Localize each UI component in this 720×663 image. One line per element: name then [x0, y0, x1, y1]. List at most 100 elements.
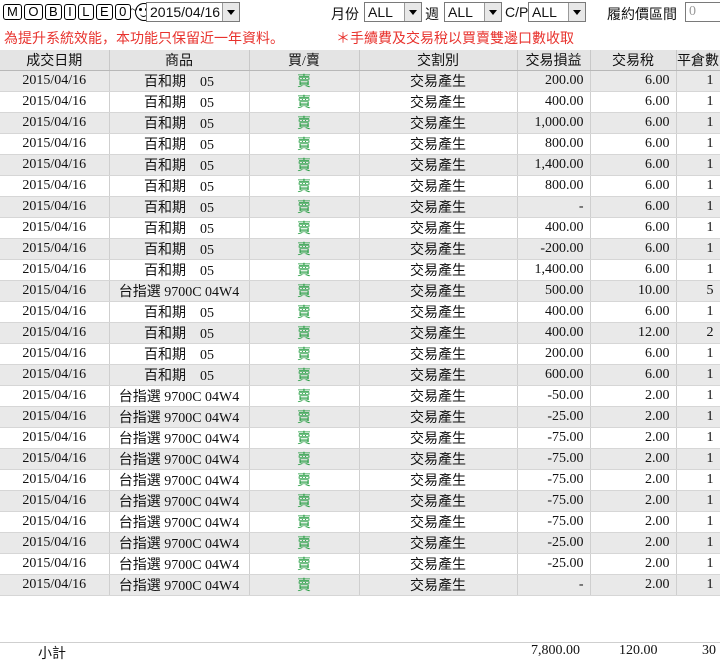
retention-notice: 為提升系統效能，本功能只保留近一年資料。: [4, 32, 284, 47]
cell-product: 百和期 05: [109, 133, 250, 155]
cp-select[interactable]: ALL: [528, 2, 586, 22]
table-row[interactable]: 2015/04/16 百和期 05 賣交易產生 200.00 6.00 1: [0, 70, 720, 92]
table-row[interactable]: 2015/04/16 台指選 9700C 04W4 賣交易產生 500.00 10.00…: [0, 280, 720, 302]
table-row[interactable]: 2015/04/16 百和期 05 賣交易產生 1,400.00 6.00 1: [0, 259, 720, 281]
table-row[interactable]: 2015/04/16 百和期 05 賣交易產生 200.00 6.00 1: [0, 343, 720, 365]
week-select[interactable]: ALL: [444, 2, 502, 22]
cell-trade-date: 2015/04/16: [0, 280, 110, 302]
col-buy-sell[interactable]: 買/賣: [249, 50, 360, 71]
cell-trade-date: 2015/04/16: [0, 70, 110, 92]
cell-product: 台指選 9700C 04W4: [109, 406, 250, 428]
cell-close-count: 1: [676, 133, 720, 155]
cell-buy-sell: 賣: [249, 133, 360, 155]
cell-buy-sell: 賣: [249, 217, 360, 239]
cell-product: 台指選 9700C 04W4: [109, 427, 250, 449]
cell-close-count: 1: [676, 217, 720, 239]
cell-product: 百和期 05: [109, 238, 250, 260]
table-row[interactable]: 2015/04/16 台指選 9700C 04W4 賣交易產生 -75.00 2.00 1: [0, 448, 720, 470]
cell-tax: 2.00: [590, 448, 677, 470]
col-trade-date[interactable]: 成交日期: [0, 50, 110, 71]
table-row[interactable]: 2015/04/16 台指選 9700C 04W4 賣交易產生 -75.00 2.00 1: [0, 490, 720, 512]
cell-pnl: 200.00: [517, 70, 591, 92]
end-date-select[interactable]: 2015/04/16: [146, 2, 240, 22]
col-settlement[interactable]: 交割別: [359, 50, 518, 71]
cell-tax: 6.00: [590, 175, 677, 197]
col-close-count[interactable]: 平倉數: [676, 50, 720, 71]
cell-tax: 6.00: [590, 91, 677, 113]
cell-trade-date: 2015/04/16: [0, 154, 110, 176]
chevron-down-icon[interactable]: [568, 3, 585, 21]
toolbar: MOBILE0 ~ 2015/04/16 月份 ALL 週 ALL C/P AL…: [0, 0, 720, 26]
cell-trade-date: 2015/04/16: [0, 322, 110, 344]
table-row[interactable]: 2015/04/16 百和期 05 賣交易產生 400.00 6.00 1: [0, 301, 720, 323]
chevron-down-icon[interactable]: [222, 3, 239, 21]
cell-pnl: 500.00: [517, 280, 591, 302]
cell-trade-date: 2015/04/16: [0, 574, 110, 596]
table-row[interactable]: 2015/04/16 百和期 05 賣交易產生 600.00 6.00 1: [0, 364, 720, 386]
table-row[interactable]: 2015/04/16 台指選 9700C 04W4 賣交易產生 -25.00 2.00 1: [0, 532, 720, 554]
table-row[interactable]: 2015/04/16 百和期 05 賣交易產生 1,000.00 6.00 1: [0, 112, 720, 134]
table-row[interactable]: 2015/04/16 百和期 05 賣交易產生 400.00 6.00 1: [0, 217, 720, 239]
cell-tax: 10.00: [590, 280, 677, 302]
cell-tax: 2.00: [590, 385, 677, 407]
cell-product: 百和期 05: [109, 301, 250, 323]
cell-buy-sell: 賣: [249, 259, 360, 281]
table-row[interactable]: 2015/04/16 百和期 05 賣交易產生 -200.00 6.00 1: [0, 238, 720, 260]
cell-tax: 6.00: [590, 238, 677, 260]
cell-product: 百和期 05: [109, 70, 250, 92]
cell-tax: 2.00: [590, 406, 677, 428]
table-row[interactable]: 2015/04/16 百和期 05 賣交易產生 -6.00 1: [0, 196, 720, 218]
table-row[interactable]: 2015/04/16 台指選 9700C 04W4 賣交易產生 -75.00 2.00 1: [0, 469, 720, 491]
cell-settlement: 交易產生: [359, 196, 518, 218]
table-row[interactable]: 2015/04/16 百和期 05 賣交易產生 1,400.00 6.00 1: [0, 154, 720, 176]
col-tax[interactable]: 交易稅: [590, 50, 677, 71]
cell-pnl: -75.00: [517, 490, 591, 512]
table-row[interactable]: 2015/04/16 百和期 05 賣交易產生 800.00 6.00 1: [0, 175, 720, 197]
cell-product: 百和期 05: [109, 364, 250, 386]
cell-trade-date: 2015/04/16: [0, 553, 110, 575]
cell-settlement: 交易產生: [359, 259, 518, 281]
cell-trade-date: 2015/04/16: [0, 511, 110, 533]
chevron-down-icon[interactable]: [484, 3, 501, 21]
cell-product: 百和期 05: [109, 217, 250, 239]
cell-pnl: 1,000.00: [517, 112, 591, 134]
table-row[interactable]: 2015/04/16 台指選 9700C 04W4 賣交易產生 -25.00 2.00 1: [0, 553, 720, 575]
cell-pnl: -75.00: [517, 448, 591, 470]
cell-settlement: 交易產生: [359, 364, 518, 386]
cell-settlement: 交易產生: [359, 385, 518, 407]
table-row[interactable]: 2015/04/16 台指選 9700C 04W4 賣交易產生 -2.00 1: [0, 574, 720, 596]
cell-settlement: 交易產生: [359, 238, 518, 260]
cell-settlement: 交易產生: [359, 217, 518, 239]
cell-product: 百和期 05: [109, 322, 250, 344]
table-row[interactable]: 2015/04/16 百和期 05 賣交易產生 800.00 6.00 1: [0, 133, 720, 155]
cell-pnl: 800.00: [517, 133, 591, 155]
cell-close-count: 1: [676, 91, 720, 113]
col-product[interactable]: 商品: [109, 50, 250, 71]
chevron-down-icon[interactable]: [404, 3, 421, 21]
table-row[interactable]: 2015/04/16 台指選 9700C 04W4 賣交易產生 -75.00 2.00 1: [0, 511, 720, 533]
table-row[interactable]: 2015/04/16 百和期 05 賣交易產生 400.00 12.00 2: [0, 322, 720, 344]
cell-settlement: 交易產生: [359, 511, 518, 533]
cell-tax: 2.00: [590, 490, 677, 512]
price-range-input[interactable]: 0: [685, 2, 720, 22]
notice-bar: 為提升系統效能，本功能只保留近一年資料。 ＊手續費及交易稅以買賣雙邊口數收取: [0, 27, 720, 47]
table-row[interactable]: 2015/04/16 台指選 9700C 04W4 賣交易產生 -75.00 2.00 1: [0, 427, 720, 449]
cell-buy-sell: 賣: [249, 91, 360, 113]
cell-settlement: 交易產生: [359, 343, 518, 365]
cell-settlement: 交易產生: [359, 574, 518, 596]
cell-buy-sell: 賣: [249, 553, 360, 575]
cell-tax: 12.00: [590, 322, 677, 344]
table-row[interactable]: 2015/04/16 台指選 9700C 04W4 賣交易產生 -50.00 2.00 1: [0, 385, 720, 407]
cell-buy-sell: 賣: [249, 427, 360, 449]
month-select[interactable]: ALL: [364, 2, 422, 22]
col-pnl[interactable]: 交易損益: [517, 50, 591, 71]
cell-buy-sell: 賣: [249, 532, 360, 554]
cell-tax: 2.00: [590, 532, 677, 554]
table-row[interactable]: 2015/04/16 台指選 9700C 04W4 賣交易產生 -25.00 2.00 1: [0, 406, 720, 428]
cell-tax: 2.00: [590, 574, 677, 596]
cell-trade-date: 2015/04/16: [0, 532, 110, 554]
cell-trade-date: 2015/04/16: [0, 490, 110, 512]
cell-close-count: 1: [676, 448, 720, 470]
cell-product: 台指選 9700C 04W4: [109, 490, 250, 512]
table-row[interactable]: 2015/04/16 百和期 05 賣交易產生 400.00 6.00 1: [0, 91, 720, 113]
